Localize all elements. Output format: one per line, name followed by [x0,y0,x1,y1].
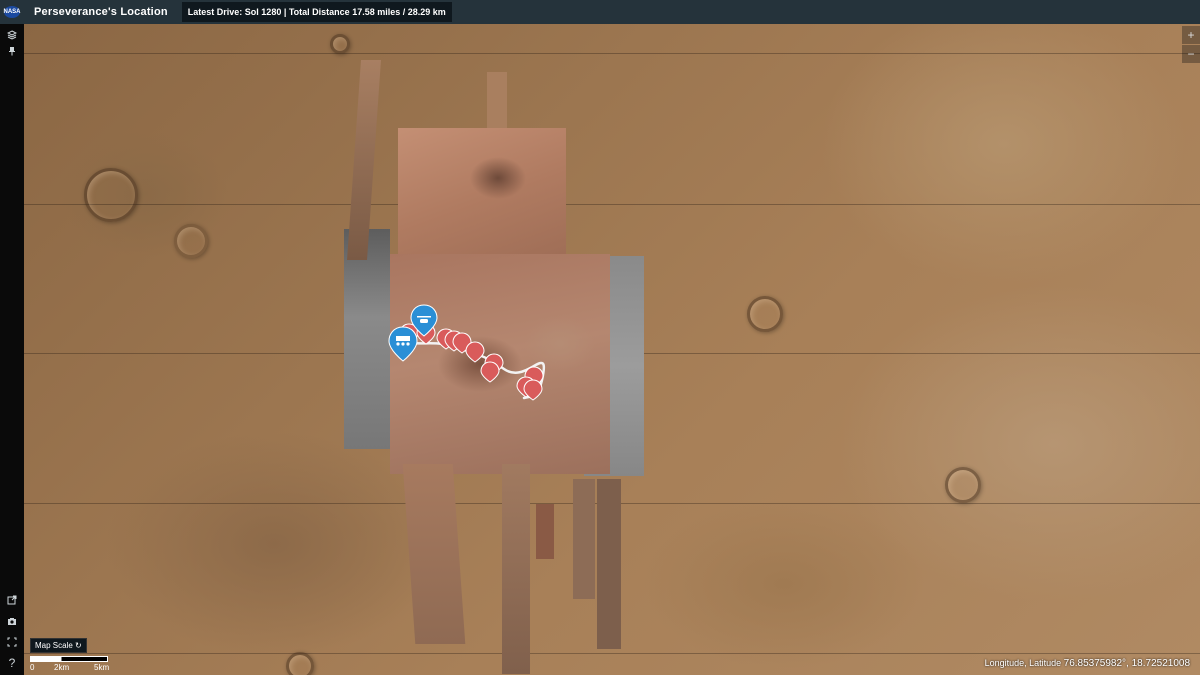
help-icon[interactable]: ? [0,654,24,672]
scale-ticks: 0 2km 5km [30,663,120,673]
camera-icon[interactable] [0,612,24,630]
scale-tick: 0 [30,663,35,672]
latest-drive-info: Latest Drive: Sol 1280 | Total Distance … [181,2,452,22]
waypoint-marker[interactable] [465,341,485,363]
map-scale: Map Scale ↻ 0 2km 5km [30,638,120,673]
external-link-icon[interactable] [0,591,24,609]
nasa-logo-icon: NASA [4,6,21,18]
fullscreen-icon[interactable] [0,633,24,651]
coordinates-label: Longitude, Latitude [984,658,1062,668]
scale-tick: 5km [94,663,110,672]
top-bar: NASA Perseverance's Location Latest Driv… [0,0,1200,24]
map-scale-label: Map Scale [35,641,73,650]
rover-marker[interactable] [388,326,418,362]
scale-tick: 2km [54,663,70,672]
nasa-logo[interactable]: NASA [0,0,24,24]
zoom-in-button[interactable]: + [1182,26,1200,44]
waypoint-markers [399,323,544,401]
coordinates-readout: Longitude, Latitude 76.85375982°, 18.725… [985,658,1190,669]
refresh-icon: ↻ [75,641,82,650]
left-toolbar: ? [0,24,24,675]
map-scale-toggle[interactable]: Map Scale ↻ [30,638,87,653]
scale-bar [30,656,108,662]
zoom-out-button[interactable]: − [1182,45,1200,63]
pin-icon[interactable] [0,42,24,60]
page-title: Perseverance's Location [34,6,168,18]
rover-traverse-layer [388,304,546,401]
mars-map[interactable]: + − Map Scale ↻ 0 2km 5km Longitude, Lat… [24,24,1200,675]
waypoint-marker[interactable] [480,361,500,383]
coordinates-value: 76.85375982°, 18.72521008 [1063,658,1190,669]
